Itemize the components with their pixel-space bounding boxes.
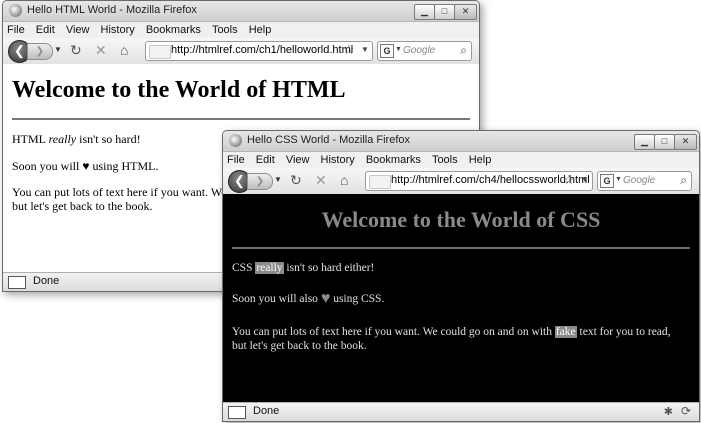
- title-bar[interactable]: Hello CSS World - Mozilla Firefox ▁ □ ✕: [223, 131, 699, 152]
- url-text: http://htmlref.com/ch4/hellocssworld.htm…: [391, 174, 590, 186]
- window-title: Hello HTML World - Mozilla Firefox: [27, 4, 197, 16]
- firefox-icon: [229, 134, 242, 147]
- page-content: Welcome to the World of CSS CSS really i…: [223, 194, 699, 402]
- magnifier-icon[interactable]: ⌕: [460, 43, 467, 58]
- stop-icon[interactable]: ✕: [315, 172, 327, 189]
- minimize-button[interactable]: ▁: [414, 4, 435, 20]
- url-dropdown-icon[interactable]: ▼: [361, 45, 369, 54]
- menu-edit[interactable]: Edit: [256, 152, 275, 168]
- google-icon[interactable]: G: [600, 174, 614, 188]
- reload-icon[interactable]: ↻: [290, 172, 302, 189]
- maximize-button[interactable]: □: [434, 4, 455, 20]
- magnifier-icon[interactable]: ⌕: [680, 173, 687, 188]
- home-icon[interactable]: ⌂: [120, 42, 128, 58]
- minimize-button[interactable]: ▁: [634, 134, 655, 150]
- menu-help[interactable]: Help: [249, 22, 272, 38]
- menu-view[interactable]: View: [66, 22, 90, 38]
- search-engine-dropdown-icon[interactable]: ▼: [615, 176, 622, 183]
- menu-bookmarks[interactable]: Bookmarks: [146, 22, 201, 38]
- search-box[interactable]: G ▼ Google ⌕: [597, 171, 692, 191]
- status-icon: [228, 406, 246, 419]
- menu-help[interactable]: Help: [469, 152, 492, 168]
- page-heading: Welcome to the World of CSS: [321, 207, 601, 232]
- close-button[interactable]: ✕: [674, 134, 697, 150]
- title-bar[interactable]: Hello HTML World - Mozilla Firefox ▁ □ ✕: [3, 1, 479, 22]
- search-engine-dropdown-icon[interactable]: ▼: [395, 46, 402, 53]
- status-icon: [8, 276, 26, 289]
- firefox-icon: [9, 4, 22, 17]
- close-button[interactable]: ✕: [454, 4, 477, 20]
- paragraph-2: Soon you will also ♥ using CSS.: [232, 290, 385, 307]
- highlighted-text: fake: [554, 326, 577, 338]
- forward-arrow-icon[interactable]: ❯: [247, 173, 273, 190]
- url-dropdown-icon[interactable]: ▼: [581, 175, 589, 184]
- menu-file[interactable]: File: [7, 22, 25, 38]
- paragraph-1: CSS really isn't so hard either!: [232, 262, 375, 274]
- emphasis-text: really: [48, 132, 77, 146]
- menu-tools[interactable]: Tools: [212, 22, 238, 38]
- site-identity-icon[interactable]: [149, 45, 171, 59]
- firefox-window-css: Hello CSS World - Mozilla Firefox ▁ □ ✕ …: [222, 130, 700, 422]
- highlighted-text: really: [255, 262, 284, 274]
- home-icon[interactable]: ⌂: [340, 172, 348, 188]
- menu-history[interactable]: History: [321, 152, 355, 168]
- status-text: Done: [33, 275, 60, 287]
- url-bar[interactable]: http://htmlref.com/ch4/hellocssworld.htm…: [365, 171, 593, 191]
- search-placeholder: Google: [623, 175, 656, 186]
- maximize-button[interactable]: □: [654, 134, 675, 150]
- search-placeholder: Google: [403, 45, 436, 56]
- url-text: http://htmlref.com/ch1/helloworld.html: [171, 44, 354, 56]
- navigation-toolbar: ❮ ❯ ▼ ↻ ✕ ⌂ http://htmlref.com/ch1/hello…: [3, 38, 479, 65]
- status-bar: Done ✱ ⟳: [223, 402, 699, 421]
- horizontal-rule: [232, 247, 690, 249]
- menu-bar: File Edit View History Bookmarks Tools H…: [3, 22, 479, 38]
- search-box[interactable]: G ▼ Google ⌕: [377, 41, 472, 61]
- sync-icon[interactable]: ⟳: [681, 404, 691, 418]
- menu-bookmarks[interactable]: Bookmarks: [366, 152, 421, 168]
- page-heading: Welcome to the World of HTML: [12, 77, 346, 103]
- window-title: Hello CSS World - Mozilla Firefox: [247, 134, 411, 146]
- stop-icon[interactable]: ✕: [95, 42, 107, 59]
- star-icon[interactable]: ☆: [343, 42, 355, 58]
- paragraph-3: You can put lots of text here if you wan…: [232, 326, 671, 352]
- star-icon[interactable]: ☆: [563, 172, 575, 188]
- google-icon[interactable]: G: [380, 44, 394, 58]
- menu-edit[interactable]: Edit: [36, 22, 55, 38]
- heart-icon: ♥: [320, 290, 331, 307]
- navigation-toolbar: ❮ ❯ ▼ ↻ ✕ ⌂ http://htmlref.com/ch4/hello…: [223, 168, 699, 195]
- status-text: Done: [253, 405, 280, 417]
- history-dropdown-icon[interactable]: ▼: [274, 175, 282, 184]
- url-bar[interactable]: http://htmlref.com/ch1/helloworld.html ☆…: [145, 41, 373, 61]
- menu-tools[interactable]: Tools: [432, 152, 458, 168]
- menu-view[interactable]: View: [286, 152, 310, 168]
- reload-icon[interactable]: ↻: [70, 42, 82, 59]
- forward-arrow-icon[interactable]: ❯: [27, 43, 53, 60]
- addon-icon[interactable]: ✱: [664, 405, 673, 418]
- history-dropdown-icon[interactable]: ▼: [54, 45, 62, 54]
- menu-bar: File Edit View History Bookmarks Tools H…: [223, 152, 699, 168]
- menu-history[interactable]: History: [101, 22, 135, 38]
- menu-file[interactable]: File: [227, 152, 245, 168]
- site-identity-icon[interactable]: [369, 175, 391, 189]
- horizontal-rule: [12, 118, 470, 120]
